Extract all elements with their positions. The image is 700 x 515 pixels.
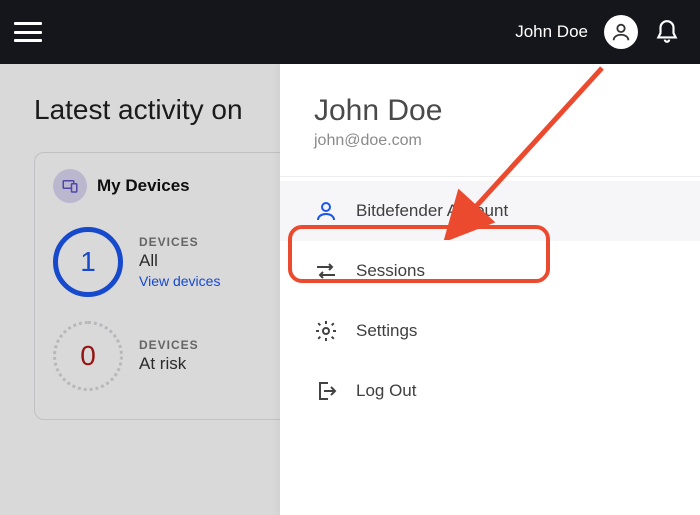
dropdown-item-sessions[interactable]: Sessions xyxy=(280,241,700,301)
avatar-button[interactable] xyxy=(604,15,638,49)
dropdown-item-logout[interactable]: Log Out xyxy=(280,361,700,421)
user-outline-icon xyxy=(314,199,338,223)
dropdown-list: Bitdefender Account Sessions Settings xyxy=(280,177,700,421)
dropdown-user-email: john@doe.com xyxy=(314,132,666,150)
topbar: John Doe xyxy=(0,0,700,64)
topbar-user-name: John Doe xyxy=(515,22,588,42)
hamburger-menu-icon[interactable] xyxy=(14,21,42,43)
account-dropdown: John Doe john@doe.com Bitdefender Accoun… xyxy=(280,64,700,515)
user-icon xyxy=(610,21,632,43)
topbar-right: John Doe xyxy=(515,15,680,49)
arrows-swap-icon xyxy=(314,259,338,283)
dropdown-item-label: Log Out xyxy=(356,381,417,401)
dropdown-item-label: Settings xyxy=(356,321,417,341)
dropdown-header: John Doe john@doe.com xyxy=(280,64,700,177)
gear-icon xyxy=(314,319,338,343)
dropdown-item-account[interactable]: Bitdefender Account xyxy=(280,181,700,241)
dropdown-item-settings[interactable]: Settings xyxy=(280,301,700,361)
bell-icon xyxy=(654,19,680,45)
dropdown-item-label: Bitdefender Account xyxy=(356,201,508,221)
notifications-button[interactable] xyxy=(654,19,680,45)
logout-icon xyxy=(314,379,338,403)
dropdown-user-name: John Doe xyxy=(314,94,666,128)
dropdown-item-label: Sessions xyxy=(356,261,425,281)
